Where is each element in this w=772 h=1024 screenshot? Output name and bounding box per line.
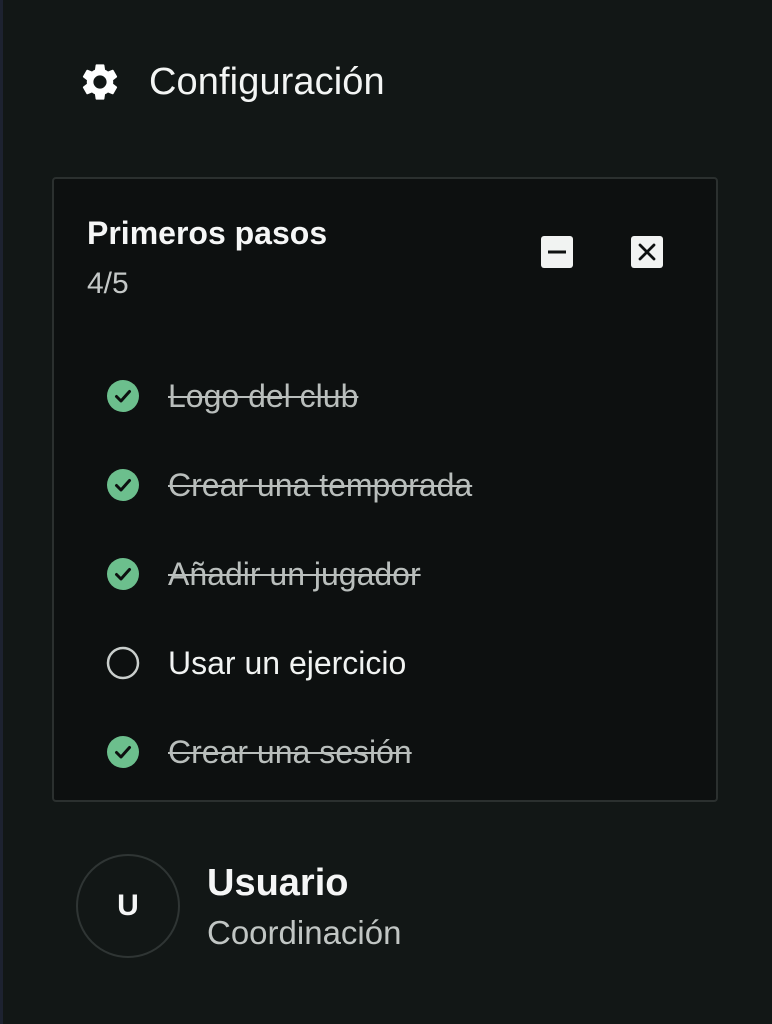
task-label: Logo del club xyxy=(168,377,359,414)
settings-label: Configuración xyxy=(149,61,385,103)
onboarding-card: Primeros pasos 4/5 Logo del club Crear un… xyxy=(52,177,718,802)
user-info: Usuario Coordinación xyxy=(207,864,401,949)
onboarding-task-item[interactable]: Añadir un jugador xyxy=(106,529,472,618)
check-circle-icon xyxy=(107,379,139,412)
onboarding-task-item[interactable]: Crear una temporada xyxy=(106,440,472,529)
onboarding-task-list: Logo del club Crear una temporada Añadir u… xyxy=(106,351,472,796)
check-circle-icon xyxy=(107,468,139,501)
task-label: Crear una temporada xyxy=(168,466,473,503)
avatar: U xyxy=(76,854,180,958)
onboarding-task-item[interactable]: Logo del club xyxy=(106,351,472,440)
onboarding-task-item[interactable]: Usar un ejercicio xyxy=(106,618,472,707)
gear-icon xyxy=(78,60,122,104)
onboarding-progress: 4/5 xyxy=(87,267,129,300)
onboarding-title: Primeros pasos xyxy=(87,215,328,251)
task-label: Añadir un jugador xyxy=(168,555,421,592)
onboarding-task-item[interactable]: Crear una sesión xyxy=(106,707,472,796)
task-label: Crear una sesión xyxy=(168,733,412,770)
user-role: Coordinación xyxy=(207,913,402,951)
check-circle-icon xyxy=(107,735,139,768)
sidebar-edge xyxy=(0,0,3,1024)
user-profile[interactable]: U Usuario Coordinación xyxy=(76,854,401,958)
user-name: Usuario xyxy=(207,861,349,904)
close-icon[interactable] xyxy=(631,236,663,268)
minimize-icon[interactable] xyxy=(541,236,573,268)
settings-link[interactable]: Configuración xyxy=(78,56,385,108)
empty-circle-icon xyxy=(106,646,140,679)
task-label: Usar un ejercicio xyxy=(168,644,407,681)
check-circle-icon xyxy=(107,557,139,590)
